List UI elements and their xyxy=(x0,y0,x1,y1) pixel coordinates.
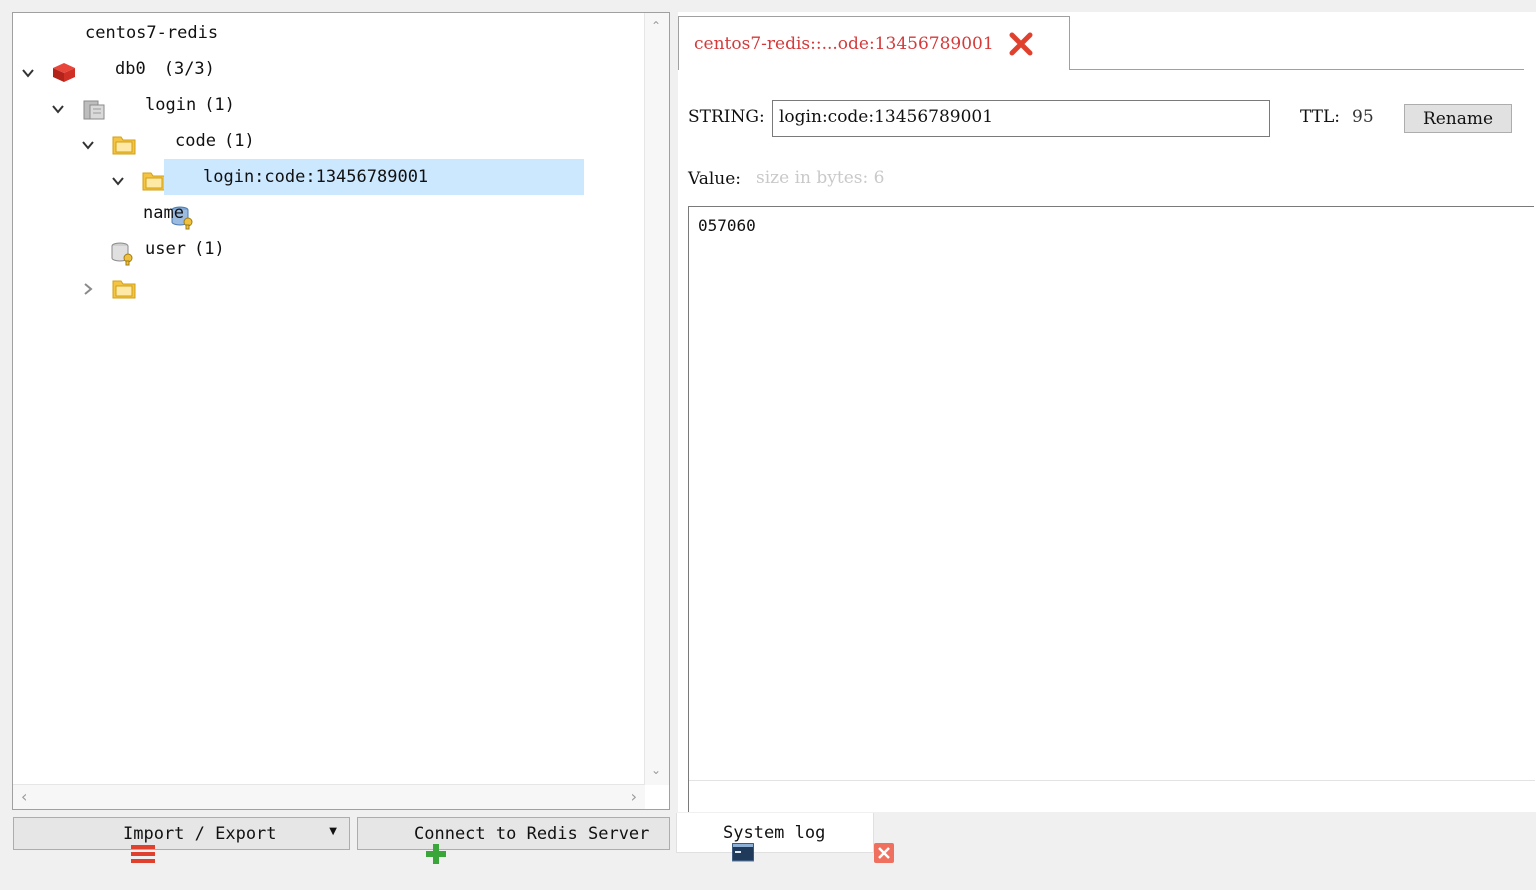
ttl-value: 95 xyxy=(1352,107,1374,127)
rename-button[interactable]: Rename xyxy=(1404,104,1512,133)
key-type-label: STRING: xyxy=(688,107,765,127)
tree-item-db0[interactable]: db0 (3/3) xyxy=(51,51,215,120)
db-label: db0 xyxy=(115,59,146,79)
tree-key-name[interactable]: name xyxy=(109,195,184,266)
folder-icon xyxy=(111,236,137,299)
tree-item-connection[interactable]: centos7-redis xyxy=(21,15,219,82)
key-label: name xyxy=(143,203,184,223)
scroll-right-icon[interactable]: › xyxy=(631,787,637,806)
key-icon xyxy=(109,200,135,266)
chevron-down-icon[interactable] xyxy=(21,26,35,78)
tree-key-login-code[interactable]: login:code:13456789001 xyxy=(164,159,584,230)
connection-label: centos7-redis xyxy=(85,23,219,43)
folder-label: code xyxy=(175,131,216,151)
menu-icon xyxy=(90,824,155,863)
chevron-down-icon[interactable] xyxy=(111,134,125,186)
folder-count: (1) xyxy=(223,131,255,151)
value-text[interactable]: 057060 xyxy=(698,216,756,235)
plus-icon xyxy=(384,823,446,864)
folder-label: user xyxy=(145,239,186,259)
tab-label: centos7-redis::...ode:13456789001 xyxy=(694,33,994,54)
console-icon xyxy=(691,823,755,861)
tree-folder-code[interactable]: code (1) xyxy=(111,123,255,191)
ttl-label: TTL: xyxy=(1300,107,1341,127)
db-key-count: (3/3) xyxy=(163,59,215,79)
connection-tree-panel[interactable]: centos7-redis db0 (3/3) login (1) code (… xyxy=(12,12,670,810)
system-log-label: System log xyxy=(723,822,826,843)
folder-label: login xyxy=(145,95,197,115)
panel-splitter[interactable] xyxy=(672,12,678,812)
tree-horizontal-scrollbar[interactable]: ‹ › xyxy=(13,784,645,809)
value-size-hint: size in bytes: 6 xyxy=(756,168,885,188)
folder-icon xyxy=(111,92,137,155)
divider xyxy=(689,780,1535,781)
tab-system-log[interactable]: System log xyxy=(676,813,895,863)
import-export-button[interactable]: Import / Export ▼ xyxy=(13,817,350,863)
folder-icon xyxy=(141,128,167,191)
tree-vertical-scrollbar[interactable]: ⌃ ⌄ xyxy=(644,13,669,785)
redis-server-icon xyxy=(51,20,77,82)
key-icon xyxy=(169,164,195,230)
close-icon[interactable] xyxy=(1008,31,1034,57)
close-icon[interactable] xyxy=(833,823,895,863)
connect-redis-server-button[interactable]: Connect to Redis Server xyxy=(357,817,670,864)
key-editor-area: centos7-redis::...ode:13456789001 STRING… xyxy=(678,12,1536,812)
database-icon xyxy=(81,56,107,120)
chevron-down-icon[interactable] xyxy=(81,98,95,150)
folder-count: (1) xyxy=(193,239,225,259)
tab-key-editor[interactable]: centos7-redis::...ode:13456789001 xyxy=(678,16,1070,70)
value-label: Value: xyxy=(688,169,742,189)
connect-label: Connect to Redis Server xyxy=(414,823,650,844)
chevron-right-icon[interactable] xyxy=(81,242,95,295)
import-export-label: Import / Export xyxy=(123,823,277,844)
scroll-left-icon[interactable]: ‹ xyxy=(21,787,27,806)
chevron-down-icon[interactable] xyxy=(51,62,65,114)
value-editor[interactable]: 057060 xyxy=(688,206,1535,812)
tree-folder-login[interactable]: login (1) xyxy=(81,87,235,155)
key-label: login:code:13456789001 xyxy=(203,167,429,187)
dropdown-arrow-icon[interactable]: ▼ xyxy=(329,826,337,837)
folder-count: (1) xyxy=(204,95,235,115)
key-name-field[interactable]: login:code:13456789001 xyxy=(772,100,1270,137)
scroll-down-icon[interactable]: ⌄ xyxy=(651,763,661,777)
scroll-up-icon[interactable]: ⌃ xyxy=(651,19,661,33)
tree-folder-user[interactable]: user (1) xyxy=(81,231,225,299)
